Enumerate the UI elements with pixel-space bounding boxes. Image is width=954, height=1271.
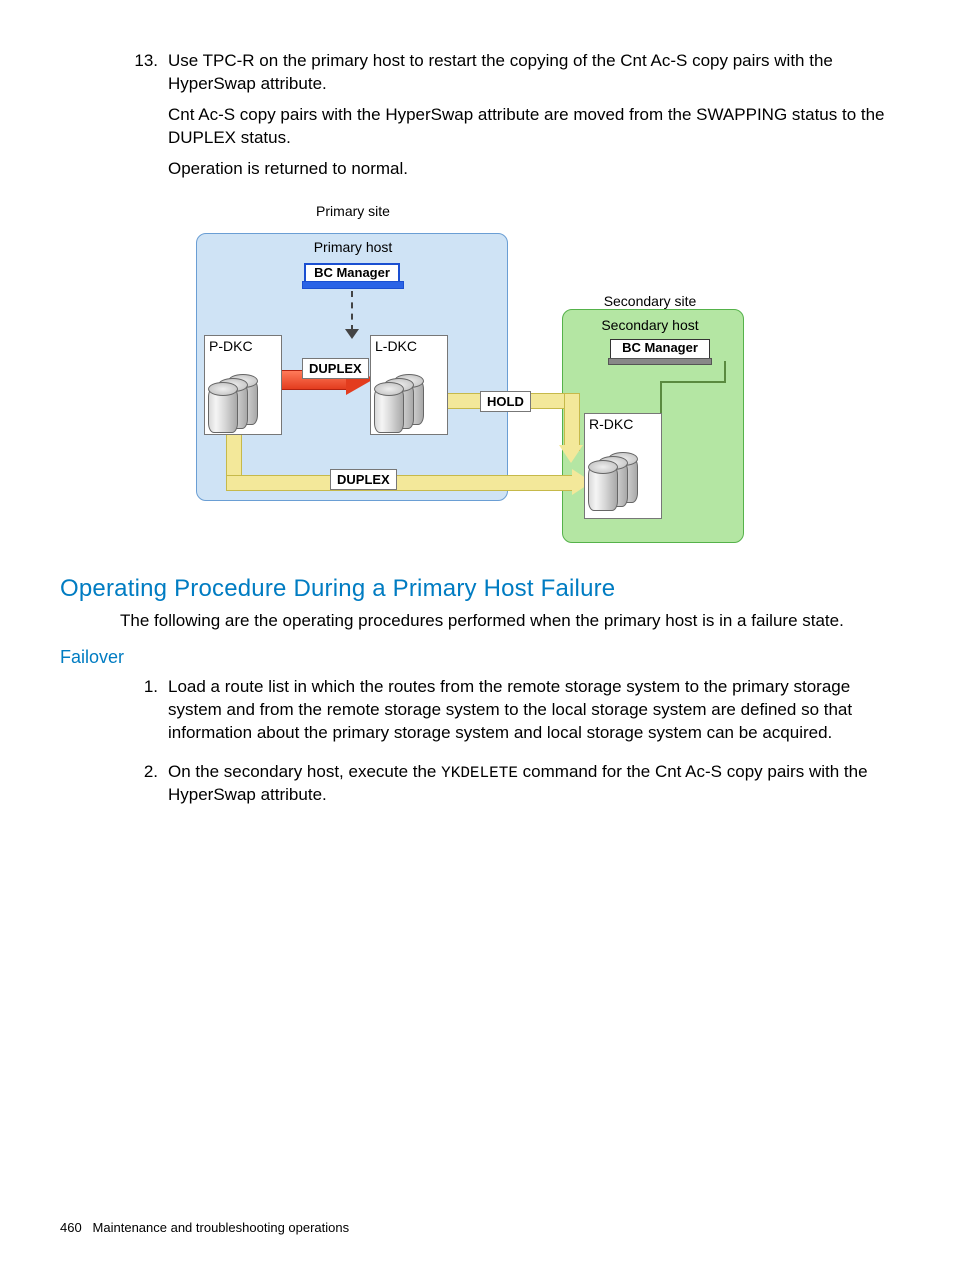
text-fragment: On the secondary host, execute the <box>168 762 441 781</box>
page-number: 460 <box>60 1220 82 1235</box>
dashed-connector <box>351 291 353 331</box>
list-marker: 1. <box>120 676 168 753</box>
failover-step-1: 1. Load a route list in which the routes… <box>120 676 894 753</box>
duplex-arrow <box>226 475 578 491</box>
hold-arrow <box>564 393 580 451</box>
section-intro: The following are the operating procedur… <box>60 611 894 631</box>
secondary-site-label: Secondary site <box>590 293 710 309</box>
subsection-heading: Failover <box>60 647 894 668</box>
failover-step-2-text: On the secondary host, execute the YKDEL… <box>168 761 894 808</box>
command-code: YKDELETE <box>441 764 518 782</box>
bc-manager-secondary: BC Manager <box>610 339 710 361</box>
list-item-13: 13. Use TPC-R on the primary host to res… <box>120 50 894 189</box>
bc-manager-primary: BC Manager <box>304 263 400 285</box>
duplex-status: DUPLEX <box>302 358 369 379</box>
section-heading: Operating Procedure During a Primary Hos… <box>60 575 894 603</box>
failover-step-2: 2. On the secondary host, execute the YK… <box>120 761 894 816</box>
failover-step-1-text: Load a route list in which the routes fr… <box>168 676 894 745</box>
connector-line <box>660 381 726 383</box>
primary-host-label: Primary host <box>298 239 408 255</box>
list-marker: 13. <box>120 50 168 189</box>
secondary-host-label: Secondary host <box>590 317 710 333</box>
arrowhead-icon <box>559 445 583 463</box>
chapter-title: Maintenance and troubleshooting operatio… <box>93 1220 350 1235</box>
primary-site-label: Primary site <box>298 203 408 219</box>
step-13-p2: Cnt Ac-S copy pairs with the HyperSwap a… <box>168 104 894 150</box>
page-footer: 460 Maintenance and troubleshooting oper… <box>60 1220 349 1235</box>
list-marker: 2. <box>120 761 168 816</box>
storage-cylinder-icon <box>208 379 264 435</box>
topology-diagram: Primary site Primary host Secondary site… <box>190 199 755 551</box>
storage-cylinder-icon <box>374 379 430 435</box>
step-13-p1: Use TPC-R on the primary host to restart… <box>168 50 894 96</box>
step-13-p3: Operation is returned to normal. <box>168 158 894 181</box>
storage-cylinder-icon <box>588 457 644 513</box>
duplex-status: DUPLEX <box>330 469 397 490</box>
dashed-arrowhead-icon <box>345 329 359 339</box>
connector-line <box>724 361 726 381</box>
hold-status: HOLD <box>480 391 531 412</box>
